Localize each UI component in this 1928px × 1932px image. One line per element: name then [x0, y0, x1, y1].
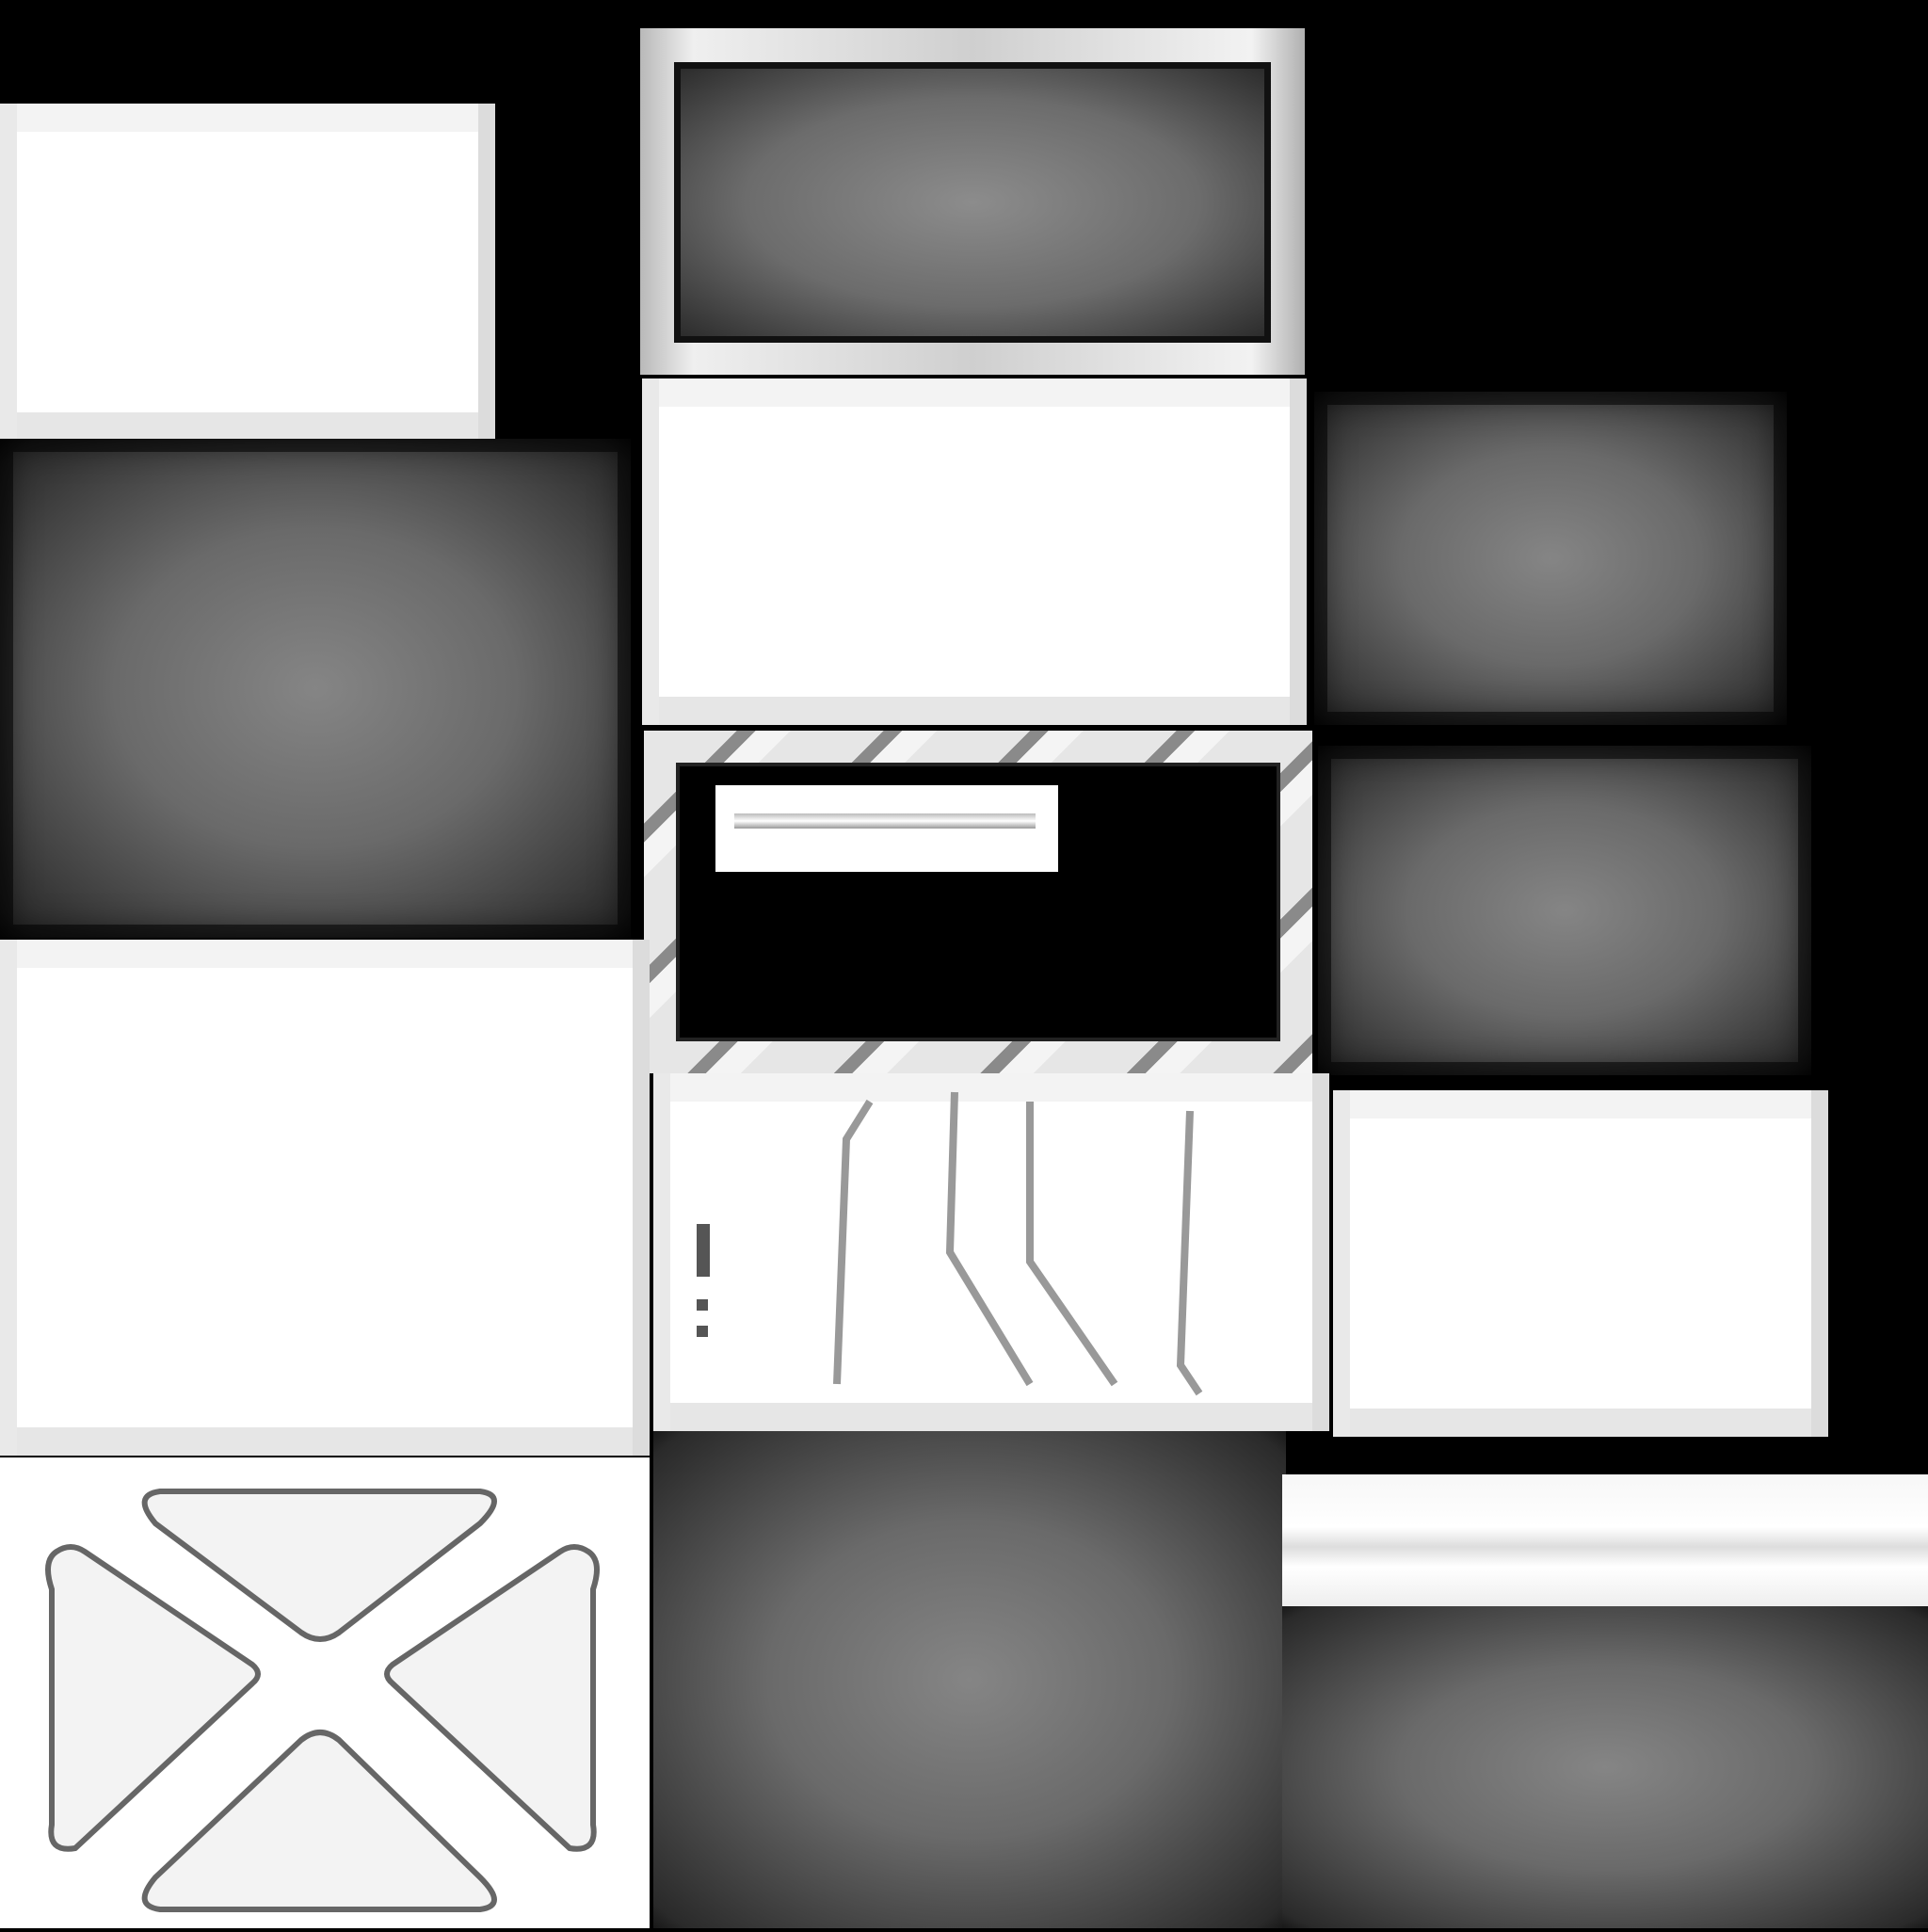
framed-dark-panel-top — [640, 28, 1305, 375]
hazard-framed-panel — [644, 731, 1312, 1073]
dark-panel-left — [0, 439, 631, 938]
white-panel-left-middle — [0, 940, 650, 1456]
dark-panel-bottom-center — [653, 1431, 1286, 1928]
cutout-right — [384, 1544, 600, 1852]
white-panel-right-middle — [1333, 1090, 1828, 1437]
dark-panel-right-middle — [1318, 746, 1811, 1075]
cutout-left — [45, 1544, 261, 1852]
cutout-top — [141, 1489, 497, 1642]
groove-line-3 — [1026, 1102, 1118, 1387]
groove-lines — [697, 1091, 1203, 1396]
label-plate-groove — [734, 813, 1036, 829]
groove-line-1 — [833, 1099, 874, 1385]
x-pattern-panel — [0, 1457, 650, 1928]
hazard-panel-inner — [676, 763, 1280, 1041]
cutout-bottom — [141, 1730, 497, 1912]
groove-line-4 — [1176, 1110, 1203, 1396]
groove-line-2 — [945, 1091, 1034, 1387]
white-panel-center — [642, 378, 1307, 725]
grooved-white-panel — [653, 1073, 1329, 1431]
framed-dark-panel-inner — [674, 62, 1271, 343]
x-cutouts — [45, 1489, 600, 1912]
dark-panel-bottom-right — [1282, 1606, 1928, 1928]
white-panel-top-left — [0, 104, 495, 441]
dark-panel-right-top — [1314, 392, 1787, 725]
indicator-bar — [697, 1224, 710, 1277]
indicator-dot-2 — [697, 1326, 708, 1337]
label-plate — [715, 785, 1058, 872]
white-strip-bottom-right — [1282, 1474, 1928, 1606]
indicator-dot-1 — [697, 1299, 708, 1311]
